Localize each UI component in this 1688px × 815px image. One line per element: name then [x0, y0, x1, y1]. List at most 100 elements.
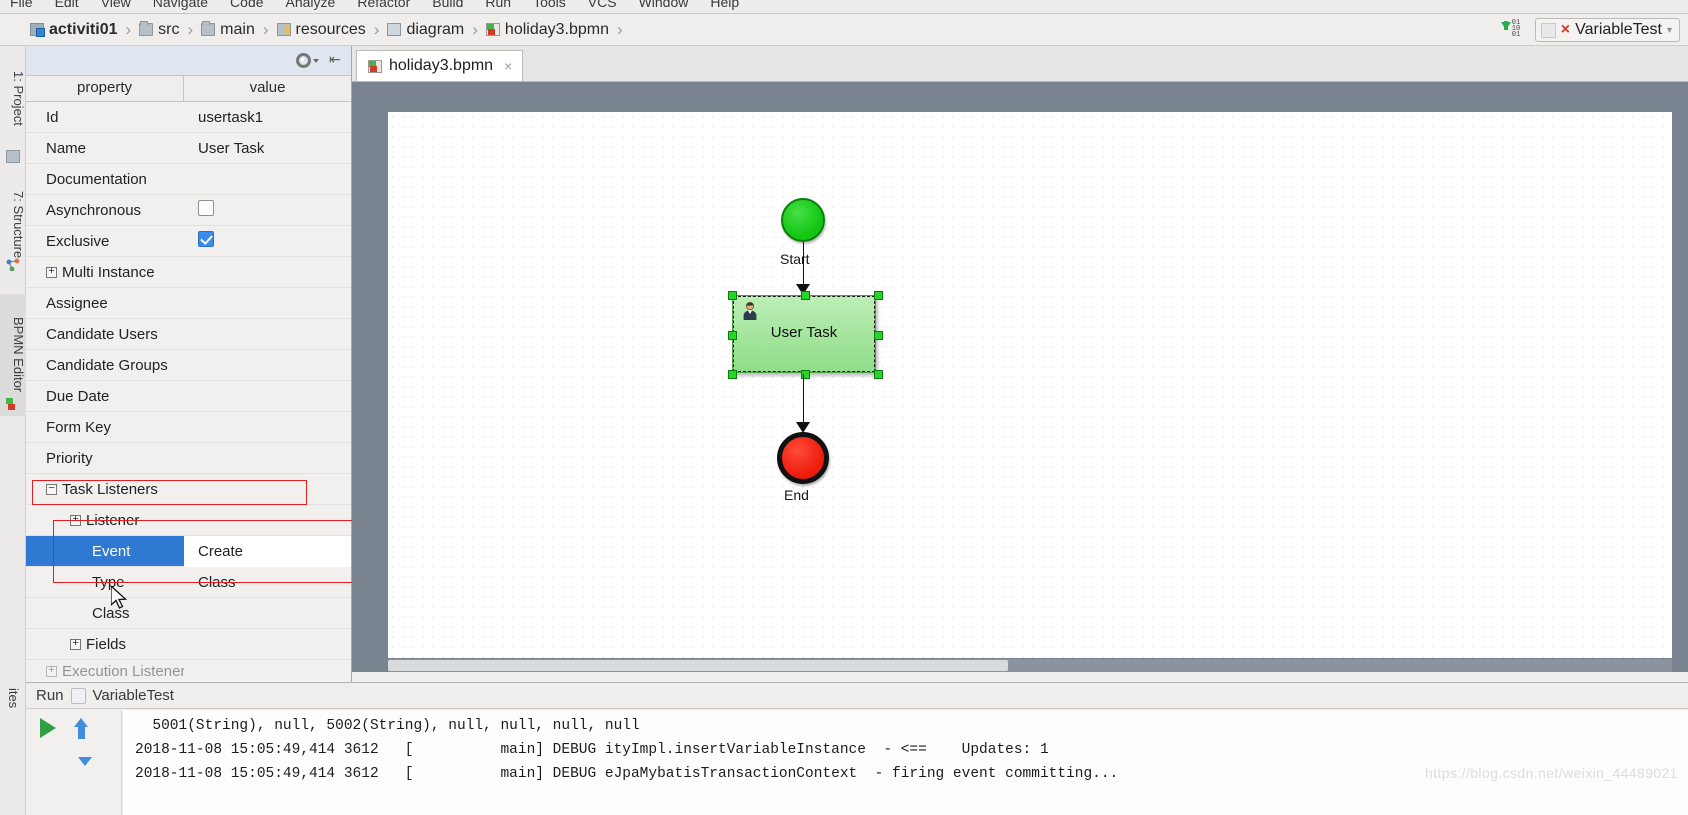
- editor-tab-holiday3-bpmn[interactable]: holiday3.bpmn ×: [356, 50, 524, 81]
- resize-handle-se[interactable]: [874, 370, 883, 379]
- junit-icon: [70, 687, 86, 704]
- menu-item-refactor[interactable]: Refactor: [357, 0, 410, 10]
- canvas-left-margin: [352, 82, 388, 672]
- breadcrumb[interactable]: activiti01 › src › main › resources › diagram › ho…: [0, 20, 631, 40]
- property-row[interactable]: Documentation: [26, 164, 351, 195]
- property-key: Execution Listeners: [62, 662, 184, 680]
- console-output[interactable]: 5001(String), null, 5002(String), null, …: [123, 710, 1688, 815]
- breadcrumb-label: resources: [295, 20, 366, 38]
- resize-handle-ne[interactable]: [874, 291, 883, 300]
- resize-handle-e[interactable]: [874, 331, 883, 340]
- menu-item-build[interactable]: Build: [432, 0, 463, 10]
- menu-item-analyze[interactable]: Analyze: [286, 0, 336, 10]
- breadcrumb-item-activiti01[interactable]: activiti01: [30, 21, 117, 39]
- toolbar-right: 01 10 01 × VariableTest ▾: [1499, 14, 1680, 46]
- property-row[interactable]: Class: [26, 598, 351, 629]
- sidebar-item-project[interactable]: 1: Project: [0, 52, 26, 144]
- property-value[interactable]: usertask1: [184, 109, 351, 126]
- bpmn-end-event[interactable]: [777, 432, 829, 484]
- menu-item-view[interactable]: View: [101, 0, 131, 10]
- property-row[interactable]: + Listener: [26, 505, 351, 536]
- resize-handle-n[interactable]: [801, 291, 810, 300]
- collapse-all-icon[interactable]: [329, 51, 345, 68]
- bpmn-diagram-canvas[interactable]: Start User Task End: [388, 112, 1672, 658]
- menu-item-vcs[interactable]: VCS: [588, 0, 617, 10]
- breadcrumb-item-diagram[interactable]: diagram: [387, 21, 464, 39]
- property-value[interactable]: Class: [184, 574, 351, 591]
- property-row[interactable]: Asynchronous: [26, 195, 351, 226]
- scroll-down-button[interactable]: [78, 757, 92, 771]
- scroll-up-button[interactable]: [74, 718, 88, 740]
- run-config-name: VariableTest: [1575, 21, 1662, 38]
- download-bits-icon[interactable]: 01 10 01: [1499, 19, 1525, 41]
- breadcrumb-item-resources[interactable]: resources: [276, 20, 366, 39]
- canvas-horizontal-scrollbar[interactable]: [388, 659, 1672, 672]
- console-line: 2018-11-08 15:05:49,414 3612 [ main] DEB…: [135, 742, 1049, 758]
- bpmn-user-task[interactable]: User Task: [728, 291, 883, 379]
- property-row[interactable]: Priority: [26, 443, 351, 474]
- close-icon[interactable]: ×: [504, 58, 512, 74]
- chevron-down-icon[interactable]: ▾: [1667, 25, 1672, 36]
- property-checkbox[interactable]: [198, 231, 214, 247]
- property-row[interactable]: + Multi Instance: [26, 257, 351, 288]
- property-key: Task Listeners: [62, 480, 158, 498]
- property-value[interactable]: Create: [184, 535, 351, 567]
- property-row[interactable]: Exclusive: [26, 226, 351, 257]
- resize-handle-w[interactable]: [728, 331, 737, 340]
- property-row[interactable]: + Fields: [26, 629, 351, 660]
- menu-item-file[interactable]: File: [10, 0, 33, 10]
- property-row[interactable]: Due Date: [26, 381, 351, 412]
- bit-row: 01: [1511, 31, 1521, 39]
- menu-item-code[interactable]: Code: [230, 0, 263, 10]
- tree-expander-icon[interactable]: −: [46, 484, 57, 496]
- menu-items[interactable]: File Edit View Navigate Code Analyze Refactor B…: [0, 0, 1688, 10]
- breadcrumb-separator: ›: [617, 19, 623, 39]
- property-row[interactable]: Assignee: [26, 288, 351, 319]
- tree-expander-icon[interactable]: +: [70, 639, 81, 651]
- scrollbar-thumb[interactable]: [388, 660, 1008, 671]
- property-checkbox[interactable]: [198, 200, 214, 216]
- tree-expander-icon[interactable]: +: [46, 267, 57, 279]
- menu-item-navigate[interactable]: Navigate: [153, 0, 208, 10]
- tree-expander-icon[interactable]: +: [46, 666, 57, 678]
- menu-item-tools[interactable]: Tools: [533, 0, 566, 10]
- breadcrumb-separator: ›: [187, 19, 194, 39]
- property-row[interactable]: Id usertask1: [26, 102, 351, 133]
- menu-item-edit[interactable]: Edit: [55, 0, 79, 10]
- property-key: Exclusive: [46, 232, 110, 250]
- properties-table-body: Id usertask1 Name User Task Documentation Asy…: [26, 102, 351, 660]
- property-value[interactable]: User Task: [184, 140, 351, 157]
- menu-item-run[interactable]: Run: [485, 0, 511, 10]
- property-row[interactable]: − Task Listeners: [26, 474, 351, 505]
- property-row[interactable]: Candidate Groups: [26, 350, 351, 381]
- run-config-tab-label[interactable]: VariableTest: [93, 687, 174, 704]
- properties-row-clipped[interactable]: + Execution Listeners: [26, 660, 352, 682]
- run-tool-window-header: Run VariableTest: [26, 683, 1688, 709]
- rerun-button[interactable]: [40, 718, 56, 738]
- run-configuration-selector[interactable]: × VariableTest ▾: [1534, 18, 1680, 42]
- sidebar-item-favorites[interactable]: ites: [0, 682, 26, 815]
- bpmn-canvas-container: Start User Task End: [352, 82, 1688, 672]
- breadcrumb-separator: ›: [262, 19, 269, 39]
- module-icon: [30, 23, 45, 37]
- property-row[interactable]: Type Class: [26, 567, 351, 598]
- structure-icon: [6, 258, 20, 272]
- breadcrumb-item-src[interactable]: src: [139, 21, 179, 39]
- property-row[interactable]: Name User Task: [26, 133, 351, 164]
- menu-item-window[interactable]: Window: [639, 0, 689, 10]
- property-row[interactable]: Form Key: [26, 412, 351, 443]
- resize-handle-nw[interactable]: [728, 291, 737, 300]
- breadcrumb-item-holiday3-bpmn[interactable]: holiday3.bpmn: [485, 21, 609, 39]
- breadcrumb-item-main[interactable]: main: [201, 21, 255, 39]
- property-row[interactable]: Candidate Users: [26, 319, 351, 350]
- menu-item-help[interactable]: Help: [710, 0, 739, 10]
- property-row[interactable]: Event Create: [26, 535, 351, 567]
- column-header-property: property: [26, 76, 184, 101]
- gear-icon[interactable]: [296, 53, 319, 68]
- folder-open-icon: [387, 23, 402, 36]
- tree-expander-icon[interactable]: +: [70, 515, 81, 527]
- bpmn-start-event[interactable]: [781, 198, 825, 242]
- property-key: Listener: [86, 511, 140, 529]
- menu-bar: File Edit View Navigate Code Analyze Refactor B…: [0, 0, 1688, 14]
- resize-handle-sw[interactable]: [728, 370, 737, 379]
